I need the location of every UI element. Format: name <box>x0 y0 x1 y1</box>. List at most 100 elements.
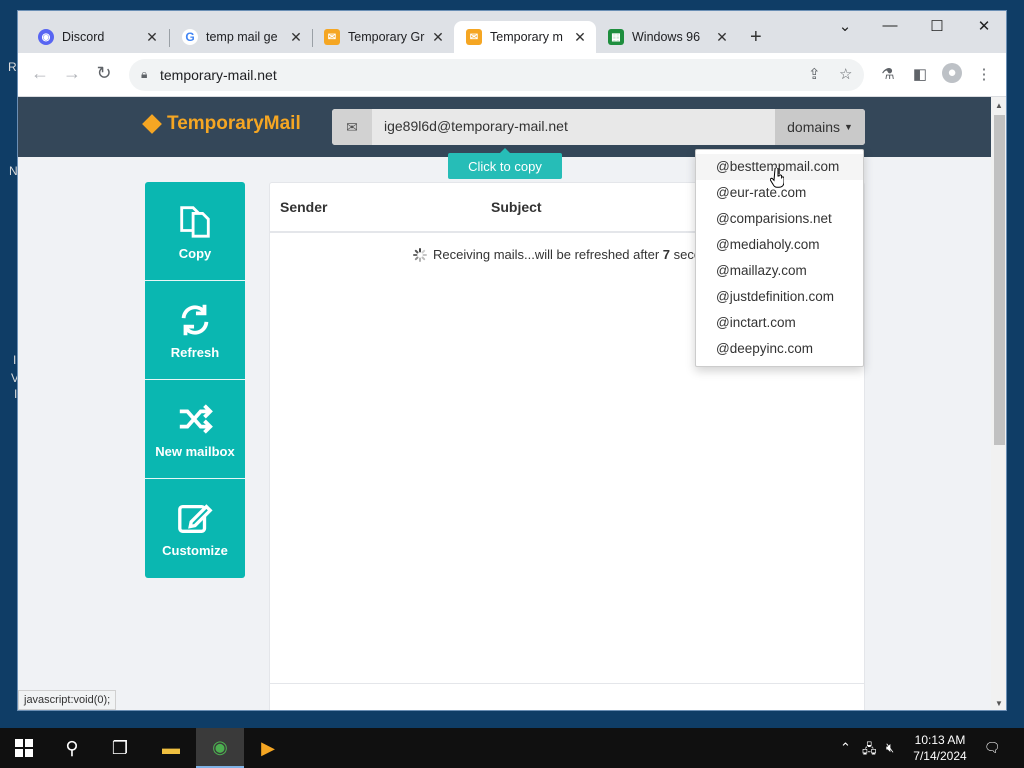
media-player-icon: ▶ <box>261 737 275 758</box>
customize-button[interactable]: Customize <box>145 479 245 578</box>
copy-button[interactable]: Copy <box>145 182 245 281</box>
copy-label: Copy <box>178 245 212 261</box>
tab-discord[interactable]: ◉ Discord ✕ <box>26 21 168 53</box>
browser-toolbar: ← → ↻ 🔒︎ temporary-mail.net ⇪ ☆ ⚗ ◧ ● ⋮ <box>18 53 1006 97</box>
windows-logo-icon <box>15 739 33 757</box>
windows96-icon: ▦ <box>608 29 624 45</box>
maximize-button[interactable]: ☐ <box>922 17 952 35</box>
domain-option[interactable]: @mediaholy.com <box>696 232 863 258</box>
task-view-button[interactable]: ❐ <box>96 728 144 768</box>
desktop-label-fragment: R <box>8 60 17 74</box>
site-logo[interactable]: TemporaryMail <box>142 113 301 135</box>
discord-icon: ◉ <box>38 29 54 45</box>
tab-temp-mail-search[interactable]: G temp mail ge ✕ <box>170 21 312 53</box>
tab-title: Discord <box>62 30 105 44</box>
scrollbar-thumb[interactable] <box>994 115 1005 445</box>
side-panel-icon[interactable]: ◧ <box>910 65 930 83</box>
email-address-box: ✉ ige89l6d@temporary-mail.net domains ▼ <box>332 109 865 145</box>
subject-column-header: Subject <box>491 199 542 215</box>
tab-title: Temporary m <box>490 30 563 44</box>
link-status-bar: javascript:void(0); <box>18 690 117 710</box>
chrome-icon: ◉ <box>212 736 228 757</box>
mail-icon: ✉ <box>466 29 482 45</box>
tab-search-chevron-icon[interactable]: ⌄ <box>830 17 860 35</box>
mail-icon: ✉ <box>324 29 340 45</box>
tab-windows-96[interactable]: ▦ Windows 96 ✕ <box>596 21 738 53</box>
media-app-taskbar-button[interactable]: ▶ <box>244 728 292 768</box>
folder-icon: ▬ <box>162 737 180 758</box>
tab-temporary-mail[interactable]: ✉ Temporary m ✕ <box>454 21 596 53</box>
close-icon[interactable]: ✕ <box>288 29 304 46</box>
browser-window: ◉ Discord ✕ G temp mail ge ✕ ✉ Temporary… <box>17 10 1007 711</box>
bookmark-star-icon[interactable]: ☆ <box>839 65 852 83</box>
refresh-button[interactable]: Refresh <box>145 281 245 380</box>
loading-spinner-icon <box>413 247 427 262</box>
address-bar[interactable]: 🔒︎ temporary-mail.net ⇪ ☆ <box>129 59 864 91</box>
lock-icon: 🔒︎ <box>141 67 148 81</box>
domain-option[interactable]: @justdefinition.com <box>696 284 863 310</box>
extensions-flask-icon[interactable]: ⚗ <box>878 65 898 83</box>
new-mailbox-label: New mailbox <box>155 443 235 459</box>
logo-text: TemporaryMail <box>167 113 301 134</box>
logo-mark-icon <box>142 114 162 134</box>
sender-column-header: Sender <box>280 199 328 215</box>
windows-taskbar: ⚲ ❐ ▬ ◉ ▶ ⌃ 🖧︎ 🔇︎ 10:13 AM 7/14/2024 🗨︎ <box>0 728 1024 768</box>
forward-button[interactable]: → <box>60 63 84 84</box>
system-clock[interactable]: 10:13 AM 7/14/2024 <box>905 732 975 764</box>
reload-button[interactable]: ↻ <box>92 63 116 84</box>
hand-cursor-icon <box>770 168 784 188</box>
domain-option[interactable]: @maillazy.com <box>696 258 863 284</box>
tab-bar: ◉ Discord ✕ G temp mail ge ✕ ✉ Temporary… <box>18 11 1006 53</box>
receiving-status: Receiving mails...will be refreshed afte… <box>413 247 701 262</box>
file-explorer-button[interactable]: ▬ <box>147 728 195 768</box>
clock-time: 10:13 AM <box>914 733 966 747</box>
notifications-icon[interactable]: 🗨︎ <box>984 740 1001 756</box>
inbox-footer-divider <box>270 683 864 684</box>
new-mailbox-button[interactable]: New mailbox <box>145 380 245 479</box>
menu-kebab-icon[interactable]: ⋮ <box>974 65 994 83</box>
start-button[interactable] <box>0 728 48 768</box>
share-icon[interactable]: ⇪ <box>808 65 821 83</box>
scroll-up-arrow-icon[interactable]: ▲ <box>995 101 1003 110</box>
minimize-button[interactable]: — <box>875 17 905 34</box>
refresh-countdown: 7 <box>662 247 671 262</box>
task-view-icon: ❐ <box>111 737 129 758</box>
close-icon[interactable]: ✕ <box>572 29 588 46</box>
volume-muted-icon[interactable]: 🔇︎ <box>886 740 894 756</box>
back-button[interactable]: ← <box>28 63 52 84</box>
tray-overflow-chevron-icon[interactable]: ⌃ <box>840 740 851 756</box>
chrome-taskbar-button[interactable]: ◉ <box>196 728 244 768</box>
customize-label: Customize <box>162 543 228 558</box>
search-button[interactable]: ⚲ <box>48 728 96 768</box>
tab-title: Windows 96 <box>632 30 701 44</box>
caret-down-icon: ▼ <box>843 122 853 132</box>
clock-date: 7/14/2024 <box>913 749 967 763</box>
tab-title: temp mail ge <box>206 30 278 44</box>
close-icon[interactable]: ✕ <box>714 29 730 46</box>
domain-option[interactable]: @inctart.com <box>696 310 863 336</box>
google-icon: G <box>182 29 198 45</box>
close-icon[interactable]: ✕ <box>144 29 160 46</box>
domain-option[interactable]: @deepyinc.com <box>696 336 863 362</box>
close-window-button[interactable]: ✕ <box>969 17 999 35</box>
edit-icon <box>178 504 213 533</box>
profile-avatar-icon[interactable]: ● <box>942 63 962 83</box>
network-icon[interactable]: 🖧︎ <box>862 740 877 762</box>
page-scrollbar[interactable]: ▲ ▼ <box>991 97 1006 710</box>
domain-option[interactable]: @comparisions.net <box>696 206 863 232</box>
refresh-icon <box>181 304 209 335</box>
close-icon[interactable]: ✕ <box>430 29 446 46</box>
email-address-field[interactable]: ige89l6d@temporary-mail.net <box>384 118 568 134</box>
desktop-label-fragment: I <box>13 353 17 367</box>
refresh-label: Refresh <box>170 344 220 360</box>
domains-dropdown-button[interactable]: domains ▼ <box>775 109 865 145</box>
tab-temporary-gr[interactable]: ✉ Temporary Gr ✕ <box>312 21 454 53</box>
scroll-down-arrow-icon[interactable]: ▼ <box>995 699 1003 708</box>
url-text: temporary-mail.net <box>160 67 277 83</box>
new-tab-button[interactable]: + <box>750 26 762 49</box>
tab-title: Temporary Gr <box>348 30 425 44</box>
receiving-text: Receiving mails...will be refreshed afte… <box>433 247 660 262</box>
envelope-icon: ✉ <box>332 109 372 145</box>
copy-tooltip[interactable]: Click to copy <box>448 148 562 179</box>
domains-label: domains <box>787 119 841 135</box>
